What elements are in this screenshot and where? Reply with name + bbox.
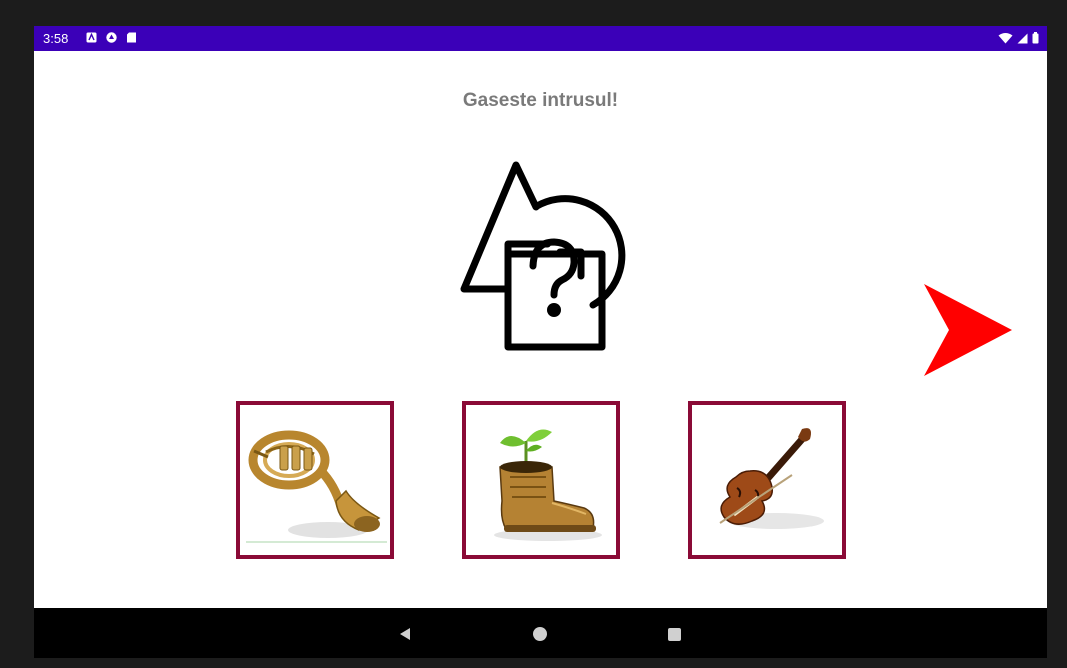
navigation-bar [34, 608, 1047, 658]
wifi-icon [998, 32, 1013, 43]
drive-icon [106, 32, 117, 43]
violin-icon [719, 428, 824, 529]
back-triangle-icon[interactable] [398, 627, 412, 641]
choice-boot-with-plant[interactable] [462, 401, 620, 559]
status-time: 3:58 [43, 31, 69, 46]
choice-french-horn[interactable] [236, 401, 394, 559]
recents-square-icon[interactable] [668, 628, 681, 641]
next-arrow-icon[interactable] [919, 284, 1014, 376]
page-title: Gaseste intrusul! [462, 90, 619, 111]
choice-violin[interactable] [688, 401, 846, 559]
french-horn-icon [246, 430, 387, 543]
sd-card-icon [127, 32, 136, 43]
app-notification-icon [86, 32, 97, 43]
status-system-icons [998, 32, 1039, 44]
boot-with-plant-icon [494, 429, 602, 541]
status-bar: 3:58 [34, 26, 1047, 51]
home-circle-icon[interactable] [533, 627, 547, 641]
shapes-question-icon [460, 161, 626, 351]
status-notifications [86, 32, 137, 43]
battery-icon [1032, 32, 1039, 44]
signal-icon [1017, 33, 1028, 43]
device-screen: 3:58 Gaseste intrusul! [34, 26, 1047, 658]
choices-row [236, 401, 848, 559]
